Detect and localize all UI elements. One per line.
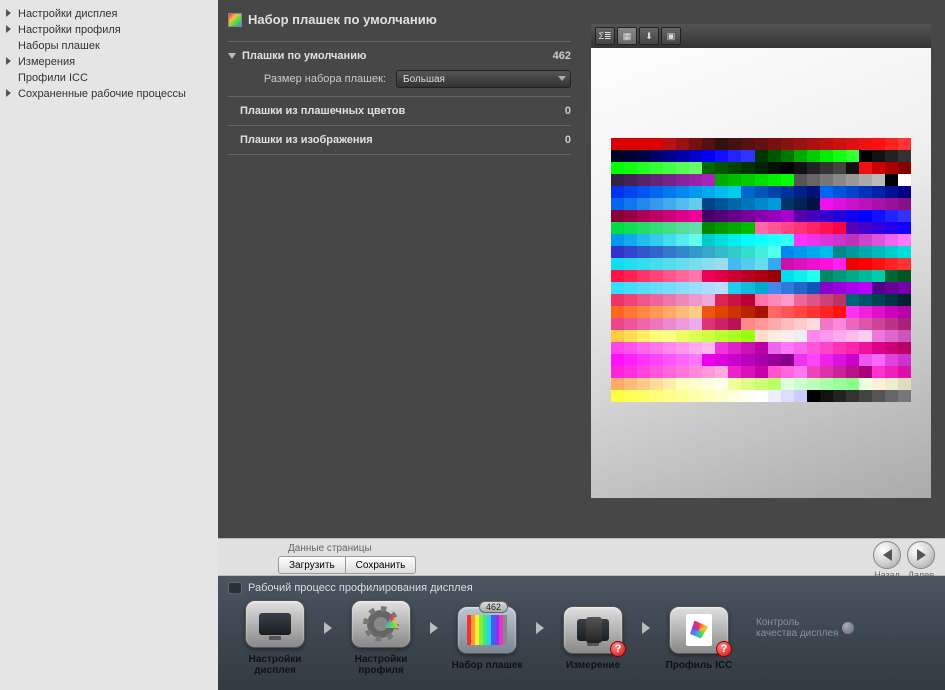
chevron-down-icon [558,76,566,81]
step-icc-profile[interactable]: ? Профиль ICC [654,606,744,671]
sidebar-item-saved-workflows[interactable]: Сохраненные рабочие процессы [0,86,218,102]
save-button[interactable]: Сохранить [346,556,417,574]
step-profile-settings[interactable]: Настройки профиля [336,600,426,676]
preview-toolbar: Σ≣ ▦ ⬇ ▣ [591,24,931,48]
step-patch-set[interactable]: 462 Набор плашек [442,606,532,671]
sidebar: Настройки дисплея Настройки профиля Набо… [0,0,218,690]
file-group-label: Данные страницы [278,543,945,554]
patch-size-label: Размер набора плашек: [228,73,396,85]
step-measurement[interactable]: ? Измерение [548,606,638,671]
sidebar-item-patch-sets[interactable]: Наборы плашек [0,38,218,54]
arrow-left-icon [883,549,892,561]
alert-icon: ? [610,641,626,657]
next-button[interactable]: Далее [907,541,935,580]
chevron-right-icon [6,89,11,97]
chevron-right-icon [6,57,11,65]
chevron-right-icon [642,622,650,634]
circle-icon [842,622,854,634]
monitor-icon [228,582,242,594]
file-bar: Данные страницы Загрузить Сохранить Наза… [218,538,945,576]
patch-set-icon [228,13,242,27]
preview-panel: Σ≣ ▦ ⬇ ▣ [581,0,945,538]
tool-grid[interactable]: ▦ [617,27,637,45]
load-button[interactable]: Загрузить [278,556,346,574]
back-button[interactable]: Назад [873,541,901,580]
arrow-right-icon [917,549,926,561]
chevron-right-icon [324,622,332,634]
settings-panel: Набор плашек по умолчанию Плашки по умол… [218,0,581,538]
chevron-right-icon [6,9,11,17]
workflow-title: Рабочий процесс профилирования дисплея [218,576,945,600]
sidebar-item-icc-profiles[interactable]: Профили ICC [0,70,218,86]
workflow-bar: Рабочий процесс профилирования дисплея Н… [218,576,945,690]
section-spot-patches[interactable]: Плашки из плашечных цветов 0 [228,105,571,117]
patch-chart [611,138,911,402]
sidebar-item-measurements[interactable]: Измерения [0,54,218,70]
tool-user[interactable]: ▣ [661,27,681,45]
sidebar-item-display-settings[interactable]: Настройки дисплея [0,6,218,22]
alert-icon: ? [716,641,732,657]
section-image-patches[interactable]: Плашки из изображения 0 [228,134,571,146]
sidebar-item-profile-settings[interactable]: Настройки профиля [0,22,218,38]
patch-size-select[interactable]: Большая [396,70,571,88]
step-display-settings[interactable]: Настройки дисплея [230,600,320,676]
tool-summary[interactable]: Σ≣ [595,27,615,45]
quality-control-link[interactable]: Контроль качества дисплея [756,617,854,639]
chevron-down-icon [228,53,236,59]
panel-title: Набор плашек по умолчанию [228,12,571,27]
tool-download[interactable]: ⬇ [639,27,659,45]
chevron-right-icon [536,622,544,634]
chevron-right-icon [430,622,438,634]
chevron-right-icon [6,25,11,33]
patch-count-badge: 462 [479,601,508,613]
section-default-patches[interactable]: Плашки по умолчанию 462 [228,50,571,62]
